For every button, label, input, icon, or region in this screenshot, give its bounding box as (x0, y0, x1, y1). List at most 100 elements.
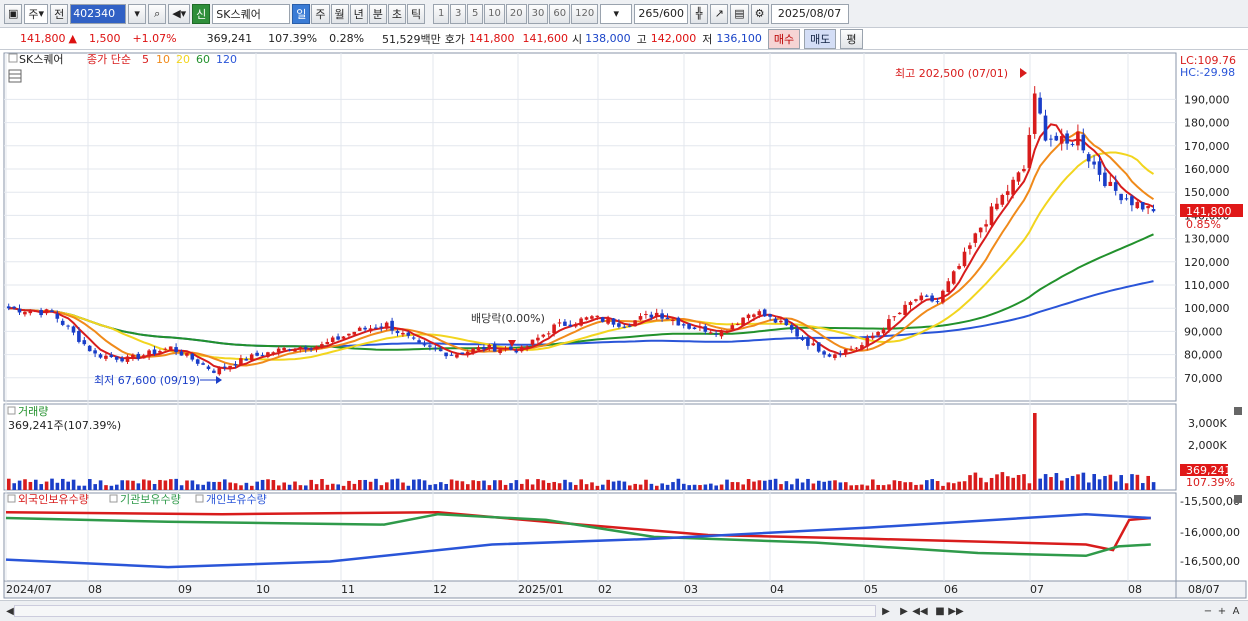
auto-scale-icon[interactable]: A (1228, 603, 1244, 619)
timeframe-tab[interactable]: 틱 (407, 3, 426, 24)
volume-bar (844, 482, 848, 490)
open-label: 시 (572, 32, 583, 46)
candle-body (1151, 209, 1156, 212)
candle-body (978, 227, 983, 233)
timeframe-tab[interactable]: 일 (292, 3, 311, 24)
chevron-down-icon[interactable]: ▾ (128, 3, 147, 24)
window-icon[interactable]: ▣ (4, 3, 23, 24)
stock-chart[interactable]: 190,000180,000170,000160,000150,000140,0… (0, 50, 1248, 600)
candle-body (1054, 135, 1059, 141)
stop-icon[interactable]: ■ (932, 603, 948, 619)
rewind-icon[interactable]: ◀◀ (912, 603, 928, 619)
legend-stock-name: SK스퀘어 (19, 53, 64, 66)
eval-button[interactable]: 평 (840, 28, 863, 49)
candle-body (23, 312, 27, 315)
candle-body (768, 314, 772, 317)
panel-close-icon[interactable] (1234, 495, 1242, 503)
candle-body (325, 341, 330, 345)
candle-body (131, 354, 135, 358)
candle-body (627, 325, 632, 327)
volume-bar (665, 484, 670, 490)
volume-bar (104, 485, 108, 490)
interval-button[interactable]: 120 (571, 3, 599, 24)
buy-button[interactable]: 매수 (767, 28, 801, 49)
timeframe-tab[interactable]: 주 (311, 3, 330, 24)
timeframe-tab[interactable]: 년 (349, 3, 368, 24)
volume-bar (1011, 477, 1015, 490)
count-field[interactable]: 265/600 (634, 3, 689, 24)
volume-bar (1130, 474, 1134, 490)
volume-bar (417, 479, 421, 490)
fast-forward-icon[interactable]: ▶▶ (948, 603, 964, 619)
interval-button[interactable]: 30 (527, 3, 549, 24)
volume-bar (676, 478, 681, 490)
volume-bar (1000, 472, 1005, 490)
candle-body (633, 320, 637, 327)
date-field[interactable]: 2025/08/07 (770, 3, 849, 24)
timeframe-tab[interactable]: 분 (368, 3, 387, 24)
blank-select[interactable]: ▾ (600, 3, 633, 24)
candle-body (98, 354, 103, 358)
stock-code-input[interactable] (70, 3, 127, 24)
play-icon[interactable]: ▶ (896, 603, 912, 619)
up-triangle-icon: ▲ (68, 32, 77, 45)
candle-body (946, 281, 951, 292)
quote-label: 호가 (444, 32, 466, 46)
price-tick-label: 70,000 (1184, 372, 1223, 385)
chart-scrollbar[interactable]: ◀ ▶ ▶ ◀◀ ■ ▶▶ − + A (0, 600, 1248, 621)
candle-body (962, 251, 967, 267)
interval-button[interactable]: 10 (484, 3, 505, 24)
candle-body (422, 344, 427, 346)
compare-button[interactable]: 전 (50, 3, 69, 24)
volume-bar (1146, 475, 1150, 490)
interval-button[interactable]: 20 (505, 3, 527, 24)
candle-body (471, 348, 475, 354)
count-total: /600 (659, 7, 685, 20)
volume-bar (1038, 478, 1042, 490)
gear-icon[interactable]: ⚙ (750, 3, 769, 24)
interval-button[interactable]: 1 (433, 3, 450, 24)
candle-body (649, 314, 654, 318)
sell-button[interactable]: 매도 (804, 28, 837, 49)
period-type-select[interactable]: 주 ▾ (24, 3, 49, 24)
volume-bar (768, 479, 772, 490)
save-icon[interactable]: ▤ (730, 3, 749, 24)
legend-box-icon (7, 494, 16, 503)
candle-body (233, 364, 238, 366)
candle-body (568, 324, 573, 327)
current-pct-label: 0.85% (1186, 218, 1221, 231)
timeframe-tab[interactable]: 초 (387, 3, 407, 24)
table-icon[interactable] (8, 69, 22, 83)
volume-bar (736, 482, 740, 490)
interval-button[interactable]: 5 (467, 3, 484, 24)
timeframe-tab[interactable]: 월 (330, 3, 349, 24)
volume-current-pct: 107.39% (1186, 476, 1235, 489)
candle-body (287, 349, 292, 351)
interval-button[interactable]: 3 (450, 3, 467, 24)
candle-body (136, 353, 141, 359)
stock-name-field[interactable]: SK스퀘어 (212, 3, 291, 24)
volume-bar (1141, 483, 1145, 490)
search-icon[interactable]: ⌕ (148, 3, 167, 24)
candle-body (444, 352, 448, 357)
candle-body (363, 327, 367, 330)
candle-body (1049, 138, 1053, 140)
candle-body (492, 344, 497, 352)
scroll-track[interactable] (14, 605, 876, 617)
candle-body (595, 315, 600, 317)
candle-body (692, 327, 697, 330)
legend-ma-prefix: 종가 단순 (87, 53, 131, 66)
volume-bar (925, 480, 929, 490)
volume-bar (1006, 476, 1010, 490)
candle-body (314, 346, 319, 350)
panel-close-icon[interactable] (1234, 407, 1242, 415)
volume-bar (892, 480, 897, 490)
candle-body (557, 322, 562, 324)
volume-bar (444, 483, 448, 490)
volume-bar (158, 479, 162, 490)
scroll-right-icon[interactable]: ▶ (878, 603, 894, 619)
interval-button[interactable]: 60 (549, 3, 571, 24)
speaker-icon[interactable]: ◀▾ (168, 3, 191, 24)
candle-icon[interactable]: ╬ (690, 3, 709, 24)
draw-tool-icon[interactable]: ↗ (710, 3, 729, 24)
